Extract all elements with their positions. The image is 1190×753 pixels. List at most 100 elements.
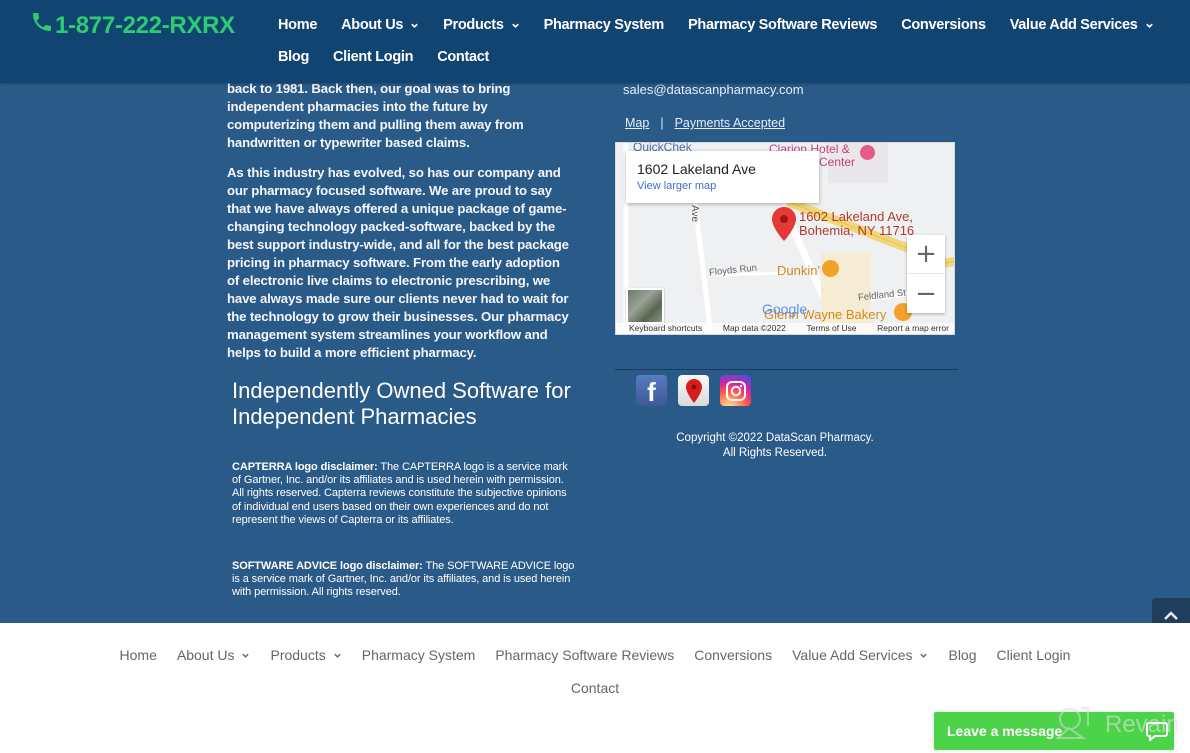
nav-blog[interactable]: Blog <box>278 49 309 65</box>
revain-logo-icon <box>1055 706 1089 744</box>
map-pin-label: 1602 Lakeland Ave, Bohemia, NY 11716 <box>799 210 914 238</box>
footer-nav-row-1: Home About Us Products Pharmacy System P… <box>0 647 1190 663</box>
main-nav: Home About Us Products Pharmacy System P… <box>278 0 1158 73</box>
zoom-in-button[interactable]: + <box>907 235 945 274</box>
divider <box>615 369 958 370</box>
map-place-ave: Ave <box>689 204 701 223</box>
nav-label: Conversions <box>694 647 773 663</box>
capterra-disclaimer: CAPTERRA logo disclaimer: The CAPTERRA l… <box>232 461 577 527</box>
software-advice-disclaimer: SOFTWARE ADVICE logo disclaimer: The SOF… <box>232 560 577 600</box>
view-larger-map-link[interactable]: View larger map <box>637 180 808 192</box>
chevron-down-icon <box>241 651 250 660</box>
instagram-icon[interactable] <box>720 375 751 406</box>
nav-client-login[interactable]: Client Login <box>333 49 413 65</box>
site-header: 1-877-222-RXRX Home About Us Products Ph… <box>0 0 1190 83</box>
nav-label: Client Login <box>333 49 414 65</box>
copyright-text: Copyright ©2022 DataScan Pharmacy. All R… <box>615 431 935 461</box>
nav-label: Pharmacy System <box>543 17 665 33</box>
nav-label: About Us <box>176 647 235 663</box>
about-paragraph-1: back to 1981. Back then, our goal was to… <box>227 81 524 150</box>
disclaimer-title: SOFTWARE ADVICE logo disclaimer: <box>232 560 423 572</box>
footer-nav-contact[interactable]: Contact <box>571 680 619 696</box>
revain-text: Revain <box>1105 711 1180 738</box>
pin-label-line: Bohemia, NY 11716 <box>799 223 915 238</box>
pin-label-line: 1602 Lakeland Ave, <box>799 209 913 224</box>
nav-label: Value Add Services <box>792 647 913 663</box>
zoom-out-button[interactable]: − <box>907 274 945 313</box>
nav-label: Products <box>270 647 326 663</box>
nav-label: Contact <box>570 680 620 696</box>
chevron-down-icon <box>333 651 342 660</box>
nav-label: Value Add Services <box>1009 17 1138 33</box>
about-section: back to 1981. Back then, our goal was to… <box>227 80 572 362</box>
nav-label: Home <box>278 17 318 33</box>
nav-label: Pharmacy System <box>361 647 476 663</box>
disclaimer-title: CAPTERRA logo disclaimer: <box>232 461 378 473</box>
footer-nav-about-us[interactable]: About Us <box>177 647 251 663</box>
google-maps-icon[interactable] <box>678 375 709 406</box>
chat-label: Leave a message <box>947 723 1063 739</box>
footer-nav-conversions[interactable]: Conversions <box>694 647 772 663</box>
terms-of-use-link[interactable]: Terms of Use <box>806 323 856 334</box>
nav-label: About Us <box>341 17 404 33</box>
keyboard-shortcuts-link[interactable]: Keyboard shortcuts <box>629 323 702 334</box>
nav-home[interactable]: Home <box>278 17 317 33</box>
coffee-icon <box>822 260 839 277</box>
footer-nav-row-2: Contact <box>0 680 1190 696</box>
facebook-icon[interactable]: f <box>636 375 667 407</box>
nav-pharmacy-software-reviews[interactable]: Pharmacy Software Reviews <box>688 17 877 33</box>
phone-link[interactable]: 1-877-222-RXRX <box>30 10 235 41</box>
map-footer: Keyboard shortcuts Map data ©2022 Terms … <box>616 323 954 334</box>
footer-nav-pharmacy-system[interactable]: Pharmacy System <box>362 647 476 663</box>
tagline-heading: Independently Owned Software for Indepen… <box>232 378 571 429</box>
chevron-down-icon <box>919 651 928 660</box>
nav-conversions[interactable]: Conversions <box>901 17 986 33</box>
nav-label: Pharmacy Software Reviews <box>688 17 878 33</box>
footer-nav-blog[interactable]: Blog <box>948 647 976 663</box>
footer-nav-value-add-services[interactable]: Value Add Services <box>792 647 928 663</box>
nav-label: Blog <box>948 647 977 663</box>
main-nav-row-2: Blog Client Login Contact <box>278 41 1158 73</box>
nav-label: Home <box>119 647 157 663</box>
phone-icon <box>30 10 55 41</box>
map-pin-icon <box>772 207 796 246</box>
nav-label: Pharmacy Software Reviews <box>495 647 675 663</box>
chevron-down-icon <box>1145 21 1154 30</box>
nav-label: Blog <box>278 49 310 65</box>
map-card-title: 1602 Lakeland Ave <box>637 161 756 177</box>
nav-label: Contact <box>437 49 490 65</box>
contact-links: Map | Payments Accepted <box>625 116 785 130</box>
social-links: f <box>636 375 751 407</box>
nav-label: Client Login <box>996 647 1071 663</box>
map-link[interactable]: Map <box>625 116 649 130</box>
about-paragraph-2: As this industry has evolved, so has our… <box>227 165 569 360</box>
map-place-dunkin: Dunkin' <box>777 263 820 278</box>
nav-value-add-services[interactable]: Value Add Services <box>1010 17 1154 33</box>
nav-about-us[interactable]: About Us <box>341 17 419 33</box>
copyright-line: Copyright ©2022 DataScan Pharmacy. <box>676 432 874 444</box>
google-logo: Google <box>762 301 808 317</box>
main-nav-row-1: Home About Us Products Pharmacy System P… <box>278 9 1158 41</box>
link-separator: | <box>660 116 664 130</box>
footer-nav-home[interactable]: Home <box>120 647 157 663</box>
satellite-toggle[interactable] <box>626 288 664 324</box>
map-data-text: Map data ©2022 <box>722 323 786 333</box>
nav-label: Products <box>443 17 504 33</box>
hotel-icon <box>860 145 875 160</box>
nav-label: Conversions <box>901 17 986 33</box>
footer-nav-pharmacy-software-reviews[interactable]: Pharmacy Software Reviews <box>495 647 674 663</box>
nav-products[interactable]: Products <box>443 17 519 33</box>
chevron-down-icon <box>511 21 520 30</box>
chevron-down-icon <box>410 21 419 30</box>
payments-accepted-link[interactable]: Payments Accepted <box>675 116 785 130</box>
footer-nav-products[interactable]: Products <box>270 647 341 663</box>
sales-email[interactable]: sales@datascanpharmacy.com <box>623 82 804 97</box>
map-zoom-controls: + − <box>907 235 945 313</box>
phone-number: 1-877-222-RXRX <box>55 11 235 39</box>
embedded-map[interactable]: QuickChek Clarion Hotel & Center Ave 1602… <box>615 142 955 335</box>
footer-nav-client-login[interactable]: Client Login <box>997 647 1071 663</box>
revain-watermark: Revain <box>1055 706 1180 744</box>
report-map-error-link[interactable]: Report a map error <box>877 323 949 334</box>
nav-contact[interactable]: Contact <box>437 49 489 65</box>
nav-pharmacy-system[interactable]: Pharmacy System <box>543 17 665 33</box>
